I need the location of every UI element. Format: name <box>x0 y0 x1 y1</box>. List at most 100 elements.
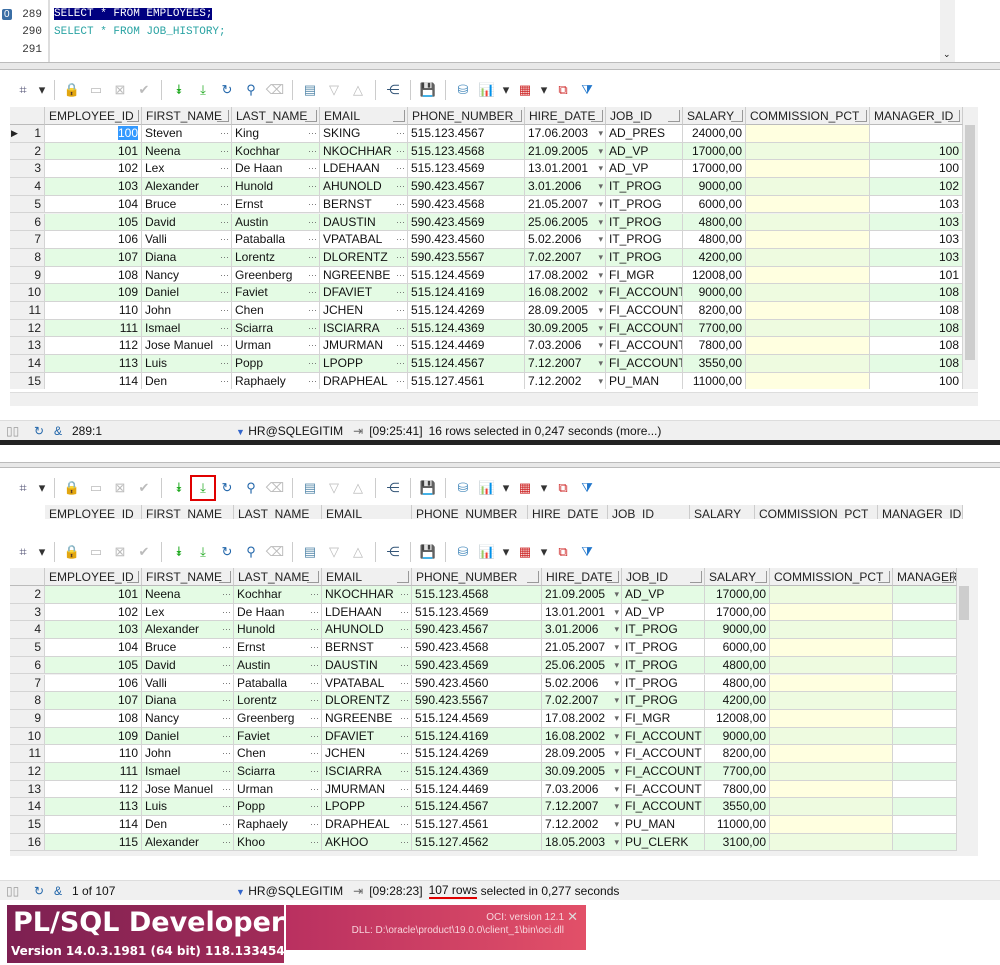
date-dropdown-icon[interactable]: ▾ <box>614 675 619 692</box>
cell-salary[interactable]: 9000,00 <box>705 727 770 746</box>
cell-first-name[interactable]: David ··· <box>142 656 234 675</box>
table-row[interactable]: 2 101 Neena ··· Kochhar ··· NKOCHHAR ··· 515.123… <box>10 142 963 161</box>
pin-icon[interactable]: ⇥ <box>343 424 369 438</box>
cell-phone-number[interactable]: 515.123.4567 <box>408 125 525 143</box>
result-grid[interactable]: EMPLOYEE_ID FIRST_NAME LAST_NAME EMAIL PHONE… <box>10 107 978 389</box>
cell-hire-date[interactable]: 21.05.2007 ▾ <box>525 195 606 214</box>
table-row[interactable]: 1 ▶ 100 Steven ··· King ··· SKING ··· 515.123.456… <box>10 125 963 143</box>
ellipsis-button[interactable]: ··· <box>310 586 319 603</box>
cell-email[interactable]: JCHEN ··· <box>320 302 408 320</box>
cell-email[interactable]: DAUSTIN ··· <box>320 213 408 232</box>
cell-last-name[interactable]: Lorentz ··· <box>232 248 320 267</box>
ellipsis-button[interactable]: ··· <box>222 604 231 621</box>
column-button[interactable] <box>305 110 317 122</box>
cell-last-name[interactable]: Khoo ··· <box>234 833 322 852</box>
dropdown-icon[interactable]: ▾ <box>36 79 48 101</box>
fetch-next-icon[interactable]: ⯯ <box>168 477 190 499</box>
cell-first-name[interactable]: Valli ··· <box>142 674 234 693</box>
cell-phone-number[interactable]: 515.124.4469 <box>412 780 542 799</box>
cell-job-id[interactable]: FI_ACCOUNT <box>606 319 683 338</box>
date-dropdown-icon[interactable]: ▾ <box>598 355 603 372</box>
table-row[interactable]: 9 108 Nancy ··· Greenberg ··· NGREENBE ··· 515.1… <box>10 709 957 728</box>
export-tree-icon[interactable]: ⋲ <box>382 477 404 499</box>
cell-employee-id[interactable]: 105 <box>45 656 142 675</box>
cell-hire-date[interactable]: 7.03.2006 ▾ <box>525 337 606 356</box>
table-row[interactable]: 8 107 Diana ··· Lorentz ··· DLORENTZ ··· 590.423… <box>10 692 957 710</box>
date-dropdown-icon[interactable]: ▾ <box>598 231 603 248</box>
ellipsis-button[interactable]: ··· <box>220 320 229 337</box>
date-dropdown-icon[interactable]: ▾ <box>614 763 619 780</box>
cell-job-id[interactable]: AD_VP <box>606 142 683 161</box>
ellipsis-button[interactable]: ··· <box>308 320 317 337</box>
cell-first-name[interactable]: Bruce ··· <box>142 639 234 657</box>
cell-job-id[interactable]: IT_PROG <box>622 656 705 675</box>
fetch-last-icon[interactable]: ⤓ <box>190 475 216 501</box>
column-header-email[interactable]: EMAIL <box>320 107 408 125</box>
cell-last-name[interactable]: Popp ··· <box>234 798 322 817</box>
ellipsis-button[interactable]: ··· <box>400 621 409 638</box>
table-row[interactable]: 14 113 Luis ··· Popp ··· LPOPP ··· 515.124.4567 7… <box>10 798 957 817</box>
cell-manager-id[interactable]: 108 <box>870 337 963 356</box>
cell-email[interactable]: NKOCHHAR ··· <box>322 586 412 604</box>
dropdown-icon[interactable]: ▾ <box>538 79 550 101</box>
filter-icon[interactable]: ⧩ <box>576 79 598 101</box>
cell-employee-id[interactable]: 100 <box>45 125 142 143</box>
cell-job-id[interactable]: AD_VP <box>622 586 705 604</box>
cell-first-name[interactable]: Diana ··· <box>142 692 234 710</box>
cell-last-name[interactable]: Urman ··· <box>234 780 322 799</box>
date-dropdown-icon[interactable]: ▾ <box>614 745 619 762</box>
ellipsis-button[interactable]: ··· <box>220 231 229 248</box>
cell-hire-date[interactable]: 3.01.2006 ▾ <box>542 621 622 640</box>
row-number[interactable]: 9 <box>10 709 45 728</box>
cell-commission-pct[interactable] <box>746 248 870 267</box>
table-row[interactable]: 10 109 Daniel ··· Faviet ··· DFAVIET ··· 515.124… <box>10 727 957 746</box>
cell-salary[interactable]: 24000,00 <box>683 125 746 143</box>
ellipsis-button[interactable]: ··· <box>222 586 231 603</box>
ellipsis-button[interactable]: ··· <box>308 160 317 177</box>
cell-hire-date[interactable]: 16.08.2002 ▾ <box>542 727 622 746</box>
ellipsis-button[interactable]: ··· <box>400 798 409 815</box>
cell-salary[interactable]: 4200,00 <box>705 692 770 710</box>
column-button[interactable] <box>307 571 319 583</box>
cell-employee-id[interactable]: 107 <box>45 692 142 710</box>
cell-commission-pct[interactable] <box>770 816 893 834</box>
chart-icon[interactable]: 📊 <box>476 477 498 499</box>
next-icon[interactable]: ▽ <box>323 541 345 563</box>
cell-phone-number[interactable]: 515.124.4469 <box>408 337 525 356</box>
date-dropdown-icon[interactable]: ▾ <box>614 781 619 798</box>
column-header-phone-number[interactable]: PHONE_NUMBER <box>412 568 542 586</box>
cell-job-id[interactable]: IT_PROG <box>606 178 683 196</box>
date-dropdown-icon[interactable]: ▾ <box>598 143 603 160</box>
cell-phone-number[interactable]: 590.423.4569 <box>412 656 542 675</box>
ellipsis-button[interactable]: ··· <box>220 249 229 266</box>
cell-salary[interactable]: 17000,00 <box>705 603 770 622</box>
clear-icon[interactable]: ⌫ <box>264 541 286 563</box>
cell-manager-id[interactable] <box>893 745 957 763</box>
ellipsis-button[interactable]: ··· <box>310 710 319 727</box>
cell-first-name[interactable]: Ismael ··· <box>142 319 232 338</box>
table-icon[interactable]: ▦ <box>514 477 536 499</box>
horizontal-scrollbar[interactable] <box>10 392 978 406</box>
ellipsis-button[interactable]: ··· <box>396 373 405 389</box>
refresh-icon[interactable]: ↻ <box>216 541 238 563</box>
cell-manager-id[interactable]: 108 <box>870 355 963 373</box>
table-row[interactable]: 13 112 Jose Manuel ··· Urman ··· JMURMAN ··· 515… <box>10 337 963 356</box>
cell-commission-pct[interactable] <box>746 178 870 196</box>
column-header-commission-pct[interactable]: COMMISSION_PCT <box>746 107 870 125</box>
cell-employee-id[interactable]: 113 <box>45 355 142 373</box>
cell-job-id[interactable]: AD_VP <box>622 603 705 622</box>
cell-commission-pct[interactable] <box>770 639 893 657</box>
ellipsis-button[interactable]: ··· <box>396 267 405 284</box>
cell-last-name[interactable]: Ernst ··· <box>232 195 320 214</box>
cell-job-id[interactable]: AD_VP <box>606 160 683 179</box>
date-dropdown-icon[interactable]: ▾ <box>598 214 603 231</box>
cell-job-id[interactable]: IT_PROG <box>622 692 705 710</box>
filter-icon[interactable]: ⧩ <box>576 541 598 563</box>
cell-first-name[interactable]: Jose Manuel ··· <box>142 337 232 356</box>
cell-first-name[interactable]: John ··· <box>142 745 234 763</box>
cell-manager-id[interactable] <box>893 833 957 852</box>
ellipsis-button[interactable]: ··· <box>308 302 317 319</box>
ellipsis-button[interactable]: ··· <box>308 125 317 142</box>
ellipsis-button[interactable]: ··· <box>222 657 231 674</box>
cell-employee-id[interactable]: 105 <box>45 213 142 232</box>
